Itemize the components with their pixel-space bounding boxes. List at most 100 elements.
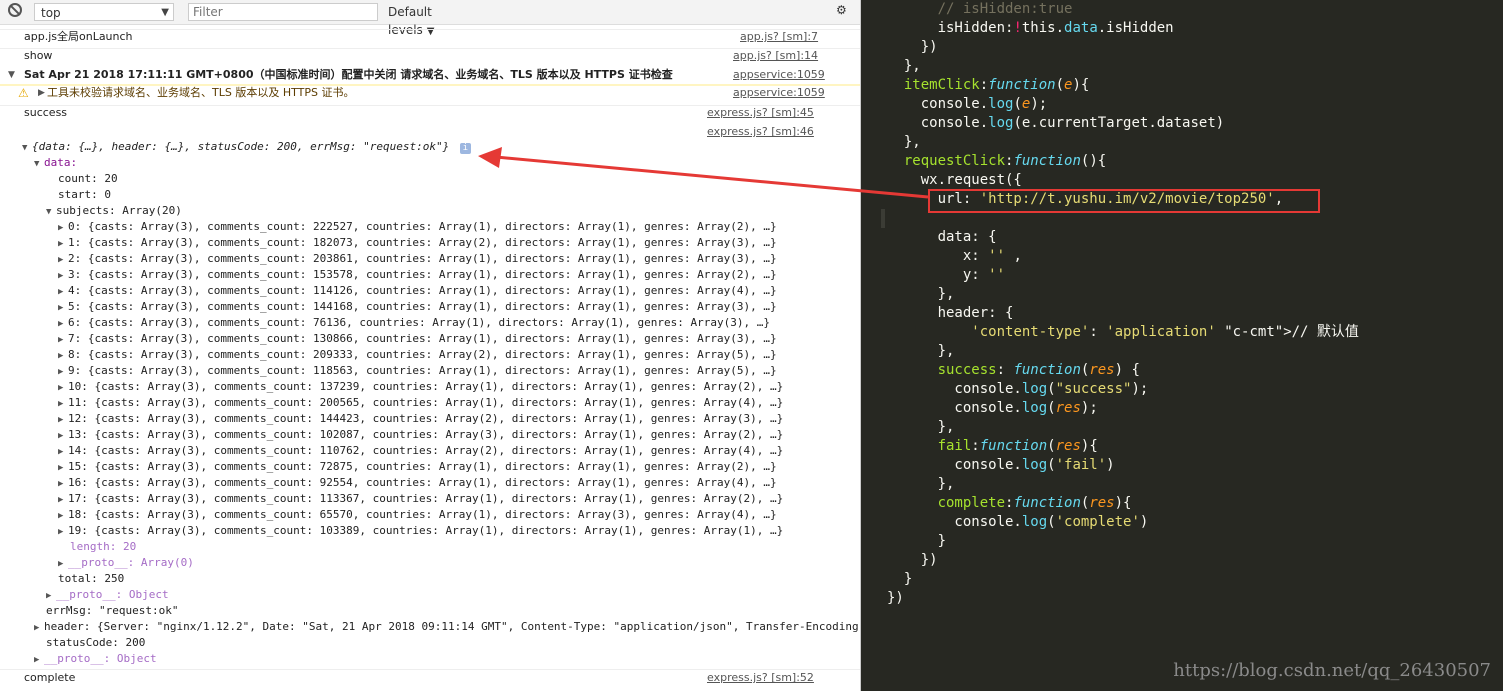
subject-preview: 11: {casts: Array(3), comments_count: 20… [68, 396, 784, 409]
log-source-link[interactable]: app.js? [sm]:14 [733, 48, 818, 64]
tree-node-proto-root[interactable]: ▶ __proto__: Object [34, 651, 157, 668]
subject-preview: 15: {casts: Array(3), comments_count: 72… [68, 460, 777, 473]
subject-item[interactable]: ▶ 13: {casts: Array(3), comments_count: 1… [58, 427, 783, 444]
expand-triangle-icon[interactable]: ▼ [46, 204, 56, 220]
code-line: complete:function(res){ [937, 495, 1132, 511]
expand-triangle-icon[interactable]: ▶ [58, 364, 68, 380]
expand-triangle-icon[interactable]: ▶ [58, 428, 68, 444]
subject-item[interactable]: ▶ 18: {casts: Array(3), comments_count: 6… [58, 507, 777, 524]
info-icon[interactable]: i [459, 143, 471, 154]
subject-item[interactable]: ▶ 4: {casts: Array(3), comments_count: 11… [58, 283, 777, 300]
clear-console-icon[interactable] [8, 3, 22, 17]
subject-item[interactable]: ▶ 10: {casts: Array(3), comments_count: 1… [58, 379, 783, 396]
expand-triangle-icon[interactable]: ▶ [58, 396, 68, 412]
code-line: }, [887, 419, 955, 435]
subject-item[interactable]: ▶ 11: {casts: Array(3), comments_count: 2… [58, 395, 783, 412]
tree-value: __proto__: Object [56, 588, 169, 601]
expand-triangle-icon[interactable]: ▶ [58, 460, 68, 476]
subject-item[interactable]: ▶ 17: {casts: Array(3), comments_count: 1… [58, 491, 783, 508]
warning-row: ⚠ ▶ 工具未校验请求域名、业务域名、TLS 版本以及 HTTPS 证书。 ap… [0, 84, 860, 100]
subject-preview: 1: {casts: Array(3), comments_count: 182… [68, 236, 777, 249]
subject-item[interactable]: ▶ 2: {casts: Array(3), comments_count: 20… [58, 251, 777, 268]
subject-preview: 6: {casts: Array(3), comments_count: 761… [68, 316, 770, 329]
log-row: app.js全局onLaunch app.js? [sm]:7 [0, 29, 860, 43]
log-source-link[interactable]: express.js? [sm]:52 [707, 670, 814, 686]
tree-value: statusCode: 200 [46, 636, 146, 649]
expand-triangle-icon[interactable]: ▶ [58, 444, 68, 460]
tree-node-header[interactable]: ▶ header: {Server: "nginx/1.12.2", Date: … [34, 619, 860, 636]
tree-value: errMsg: "request:ok" [46, 604, 179, 617]
expand-triangle-icon[interactable]: ▶ [58, 220, 68, 236]
expand-triangle-icon[interactable]: ▶ [58, 316, 68, 332]
tree-node-length: length: 20 [70, 539, 136, 555]
log-source-link[interactable]: app.js? [sm]:7 [740, 29, 818, 45]
expand-triangle-icon[interactable]: ▶ [34, 652, 44, 668]
tree-node-proto-array[interactable]: ▶ __proto__: Array(0) [58, 555, 194, 572]
subject-item[interactable]: ▶ 7: {casts: Array(3), comments_count: 13… [58, 331, 777, 348]
log-levels-label: Default levels [388, 5, 432, 37]
subject-item[interactable]: ▶ 3: {casts: Array(3), comments_count: 15… [58, 267, 777, 284]
expand-triangle-icon[interactable]: ▶ [58, 476, 68, 492]
subject-preview: 0: {casts: Array(3), comments_count: 222… [68, 220, 777, 233]
context-select[interactable]: top ▼ [34, 3, 174, 21]
log-row: complete express.js? [sm]:52 [0, 669, 860, 684]
log-row: success express.js? [sm]:45 [0, 105, 860, 119]
code-line: console.log(res); [887, 400, 1098, 416]
subject-item[interactable]: ▶ 19: {casts: Array(3), comments_count: 1… [58, 523, 783, 540]
chevron-down-icon: ▼ [426, 26, 435, 37]
log-source-link[interactable]: appservice:1059 [733, 67, 825, 83]
code-line: }) [887, 552, 938, 568]
tree-value: subjects: Array(20) [56, 204, 182, 217]
code-line: console.log('fail') [887, 457, 1115, 473]
code-line: data: { [887, 229, 997, 245]
tree-node-subjects[interactable]: ▼ subjects: Array(20) [46, 203, 182, 220]
log-source-link[interactable]: appservice:1059 [733, 85, 825, 101]
expand-triangle-icon[interactable]: ▶ [58, 284, 68, 300]
tree-value: __proto__: Array(0) [68, 556, 194, 569]
log-source-link[interactable]: express.js? [sm]:46 [707, 124, 814, 140]
subject-item[interactable]: ▶ 14: {casts: Array(3), comments_count: 1… [58, 443, 783, 460]
code-line: console.log('complete') [887, 514, 1149, 530]
expand-triangle-icon[interactable]: ▶ [58, 380, 68, 396]
log-source-link[interactable]: express.js? [sm]:45 [707, 105, 814, 121]
expand-triangle-icon[interactable]: ▶ [58, 332, 68, 348]
subject-item[interactable]: ▶ 15: {casts: Array(3), comments_count: 7… [58, 459, 777, 476]
subject-item[interactable]: ▶ 8: {casts: Array(3), comments_count: 20… [58, 347, 777, 364]
subject-preview: 18: {casts: Array(3), comments_count: 65… [68, 508, 777, 521]
gear-icon[interactable]: ⚙ [836, 1, 847, 19]
watermark: https://blog.csdn.net/qq_26430507 [1173, 660, 1491, 681]
expand-triangle-icon[interactable]: ▶ [58, 524, 68, 540]
subject-item[interactable]: ▶ 16: {casts: Array(3), comments_count: 9… [58, 475, 777, 492]
subject-item[interactable]: ▶ 9: {casts: Array(3), comments_count: 11… [58, 363, 777, 380]
expand-triangle-icon[interactable]: ▶ [34, 620, 44, 636]
code-editor[interactable]: // isHidden:true isHidden:!this.data.isH… [861, 0, 1503, 691]
tree-node-proto-object[interactable]: ▶ __proto__: Object [46, 587, 169, 604]
expand-triangle-icon[interactable]: ▶ [58, 236, 68, 252]
expand-triangle-icon[interactable]: ▼ [22, 140, 32, 156]
expand-triangle-icon[interactable]: ▶ [58, 348, 68, 364]
subject-item[interactable]: ▶ 12: {casts: Array(3), comments_count: 1… [58, 411, 783, 428]
expand-triangle-icon[interactable]: ▶ [58, 556, 68, 572]
subject-item[interactable]: ▶ 6: {casts: Array(3), comments_count: 76… [58, 315, 770, 332]
subject-item[interactable]: ▶ 0: {casts: Array(3), comments_count: 22… [58, 219, 777, 236]
subject-item[interactable]: ▶ 5: {casts: Array(3), comments_count: 14… [58, 299, 777, 316]
tree-node-start: start: 0 [58, 187, 111, 203]
expand-triangle-icon[interactable]: ▶ [46, 588, 56, 604]
tree-node-errmsg: errMsg: "request:ok" [46, 603, 178, 619]
expand-triangle-icon[interactable]: ▶ [58, 252, 68, 268]
log-levels-dropdown[interactable]: Default levels ▼ [388, 3, 478, 37]
tree-node-statuscode: statusCode: 200 [46, 635, 145, 651]
expand-triangle-icon[interactable]: ▼ [8, 67, 18, 83]
subject-preview: 4: {casts: Array(3), comments_count: 114… [68, 284, 777, 297]
expand-triangle-icon[interactable]: ▶ [58, 412, 68, 428]
expand-triangle-icon[interactable]: ▶ [58, 300, 68, 316]
expand-triangle-icon[interactable]: ▼ [34, 156, 44, 172]
tree-root[interactable]: ▼ {data: {…}, header: {…}, statusCode: 20… [22, 139, 471, 156]
tree-node-data[interactable]: ▼ data: [34, 155, 77, 172]
expand-triangle-icon[interactable]: ▶ [58, 508, 68, 524]
subject-item[interactable]: ▶ 1: {casts: Array(3), comments_count: 18… [58, 235, 777, 252]
expand-triangle-icon[interactable]: ▶ [58, 268, 68, 284]
code-line: }, [887, 343, 955, 359]
filter-input[interactable] [188, 3, 378, 21]
expand-triangle-icon[interactable]: ▶ [58, 492, 68, 508]
